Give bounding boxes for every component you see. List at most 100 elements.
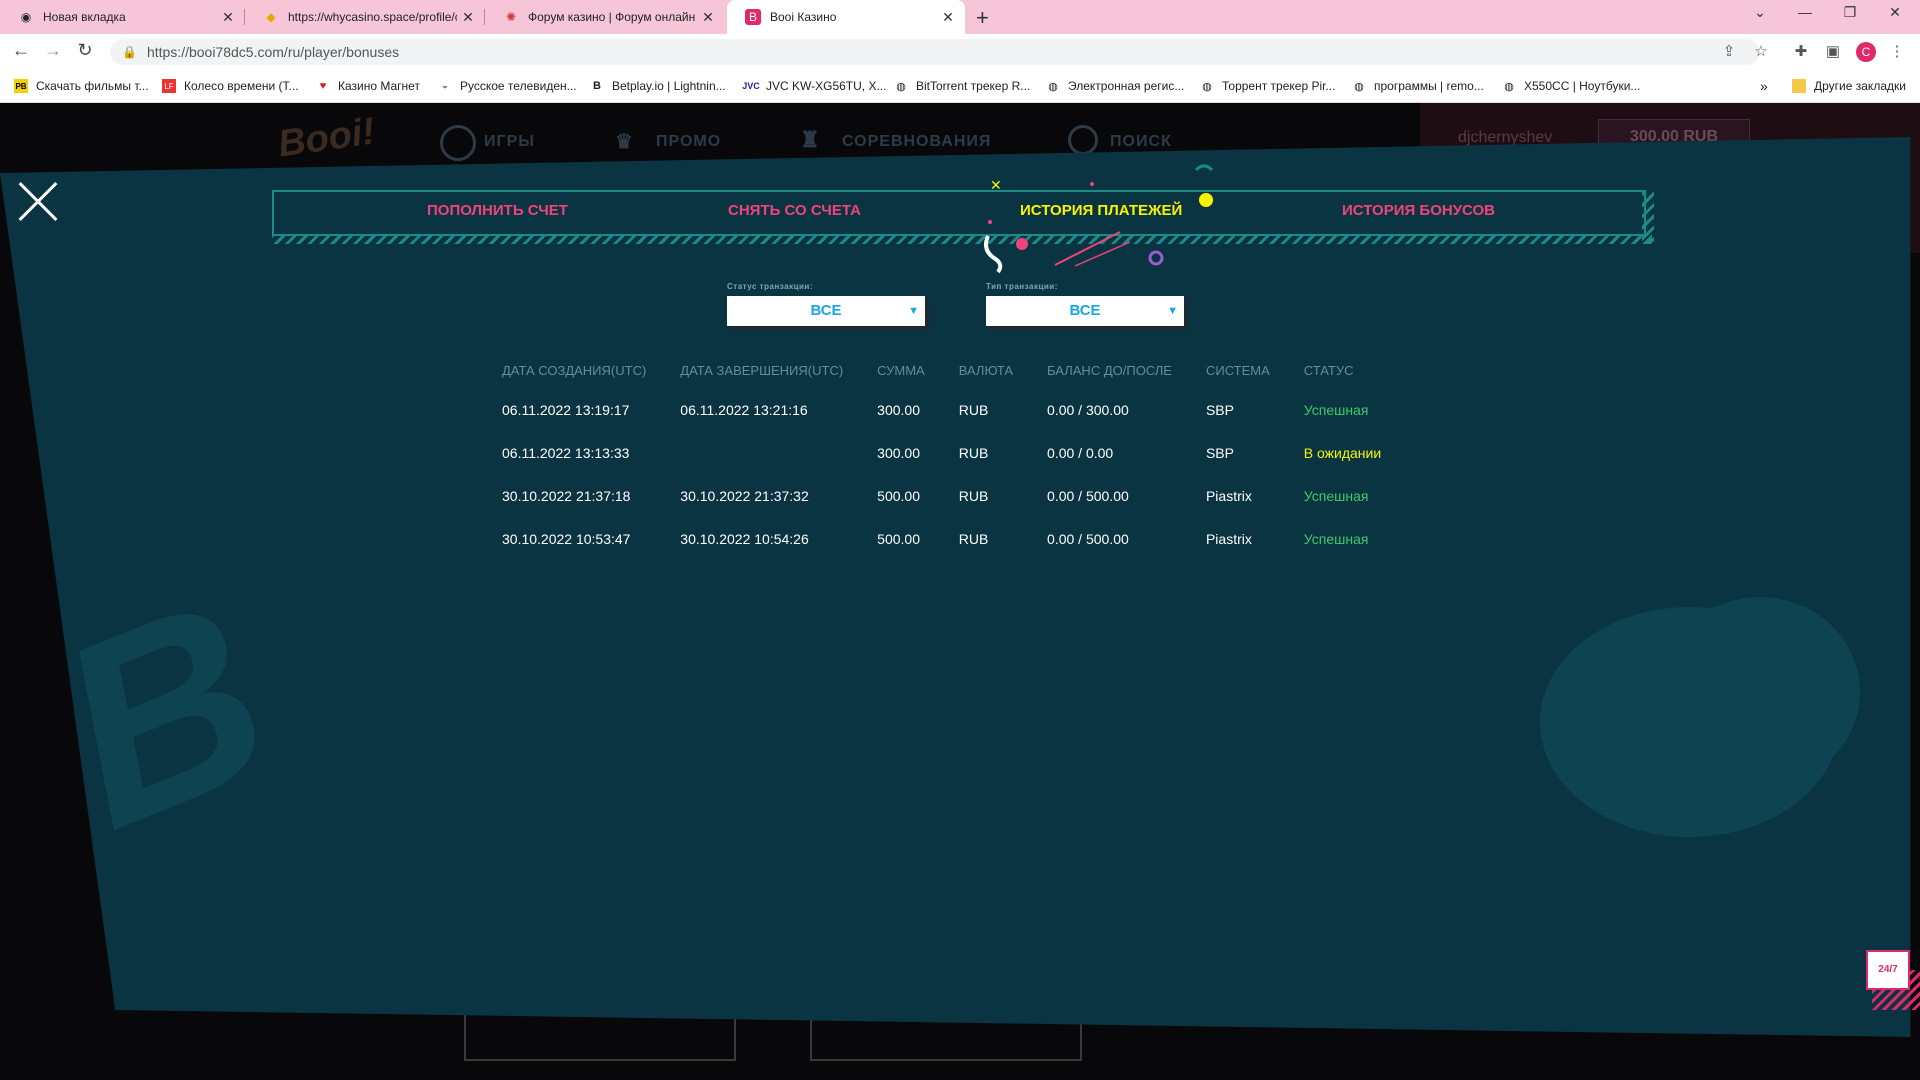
new-tab-icon[interactable]: + xyxy=(976,5,989,31)
back-icon[interactable]: ← xyxy=(10,40,32,61)
restore-icon[interactable]: ❐ xyxy=(1830,4,1870,21)
type-filter-select[interactable]: ВСЕ ▼ xyxy=(986,296,1184,326)
col-system: СИСТЕМА xyxy=(1205,362,1270,378)
cell-amount: 500.00 xyxy=(877,487,920,504)
bookmark-favicon: ◒ xyxy=(441,80,449,92)
bookmark-item[interactable]: ◍ программы | remo... xyxy=(1352,76,1484,96)
close-tab-icon[interactable]: ✕ xyxy=(937,9,959,26)
browser-tab-new[interactable]: ◉ Новая вкладка ✕ xyxy=(0,0,245,34)
bookmarks-more[interactable]: » xyxy=(1760,76,1768,96)
cell-completed: 30.10.2022 21:37:32 xyxy=(680,487,809,504)
bookmark-item[interactable]: ◍ X550CC | Ноутбуки... xyxy=(1502,76,1640,96)
nav-competitions[interactable]: СОРЕВНОВАНИЯ xyxy=(842,133,991,151)
tab-search-icon[interactable]: ⌄ xyxy=(1740,4,1780,21)
browser-toolbar: ← → ↻ 🔒 https://booi78dc5.com/ru/player/… xyxy=(0,34,1920,70)
cell-amount: 300.00 xyxy=(877,444,920,461)
globe-icon: ◍ xyxy=(1202,80,1212,93)
cell-balance: 0.00 / 500.00 xyxy=(1047,530,1129,547)
cell-currency: RUB xyxy=(958,487,989,504)
table-header-row: ДАТА СОЗДАНИЯ(UTC) ДАТА ЗАВЕРШЕНИЯ(UTC) … xyxy=(496,352,1409,388)
bookmark-favicon: ♥ xyxy=(319,80,327,92)
tab-bonus-history[interactable]: ИСТОРИЯ БОНУСОВ xyxy=(1342,202,1495,219)
status-filter-select[interactable]: ВСЕ ▼ xyxy=(727,296,925,326)
type-filter-value: ВСЕ xyxy=(1069,302,1101,319)
payments-modal: B xyxy=(0,137,1911,1037)
cell-balance: 0.00 / 300.00 xyxy=(1047,401,1129,418)
cell-amount: 300.00 xyxy=(877,401,920,418)
bg-card-frame xyxy=(464,1015,736,1061)
col-currency: ВАЛЮТА xyxy=(958,362,1014,378)
close-tab-icon[interactable]: ✕ xyxy=(457,9,479,26)
reload-icon[interactable]: ↻ xyxy=(74,40,96,61)
sidepanel-icon[interactable]: ▣ xyxy=(1822,42,1844,60)
bookmark-item[interactable]: B Betplay.io | Lightnin... xyxy=(590,76,726,96)
cell-status: Успешная xyxy=(1303,530,1369,547)
trophy-icon: ♜ xyxy=(800,127,821,152)
browser-tab-forum[interactable]: ✺ Форум казино | Форум онлайн ✕ xyxy=(485,0,725,34)
lock-icon[interactable]: 🔒 xyxy=(122,45,137,59)
globe-icon: ◍ xyxy=(1354,80,1364,93)
status-filter-value: ВСЕ xyxy=(810,302,842,319)
col-created: ДАТА СОЗДАНИЯ(UTC) xyxy=(502,362,647,378)
bookmark-item[interactable]: ◒ Русское телевиден... xyxy=(438,76,577,96)
cell-system: SBP xyxy=(1205,401,1234,418)
support-chat-button[interactable]: 24/7 xyxy=(1866,950,1910,990)
cell-balance: 0.00 / 500.00 xyxy=(1047,487,1129,504)
bookmark-favicon: JVC xyxy=(742,81,760,91)
bookmark-item[interactable]: ♥ Казино Магнет xyxy=(316,76,420,96)
profile-avatar[interactable]: C xyxy=(1856,42,1876,62)
table-row: 06.11.2022 13:19:17 06.11.2022 13:21:16 … xyxy=(496,388,1409,431)
extensions-icon[interactable]: ✚ xyxy=(1790,42,1812,60)
bookmark-item[interactable]: LF Колесо времени (T... xyxy=(162,76,299,96)
menu-icon[interactable]: ⋮ xyxy=(1886,42,1908,60)
crown-icon: ♛ xyxy=(615,131,634,153)
minimize-icon[interactable]: — xyxy=(1785,4,1825,20)
table-row: 30.10.2022 10:53:47 30.10.2022 10:54:26 … xyxy=(496,517,1409,560)
close-window-icon[interactable]: ✕ xyxy=(1875,4,1915,21)
tab-title: Форум казино | Форум онлайн xyxy=(528,10,696,24)
col-balance: БАЛАНС ДО/ПОСЛЕ xyxy=(1047,362,1172,378)
browser-tab-whycasino[interactable]: ◆ https://whycasino.space/profile/c ✕ xyxy=(245,0,485,34)
cell-currency: RUB xyxy=(958,444,989,461)
bookmark-item[interactable]: JVC JVC KW-XG56TU, X... xyxy=(742,76,886,96)
tabs-bar-side-stripe xyxy=(1642,192,1654,244)
cell-currency: RUB xyxy=(958,530,989,547)
forward-icon[interactable]: → xyxy=(42,40,64,61)
table-row: 06.11.2022 13:13:33 300.00 RUB 0.00 / 0.… xyxy=(496,431,1409,474)
close-modal-button[interactable] xyxy=(16,180,60,224)
diamond-icon: ◆ xyxy=(266,10,276,24)
browser-tab-booi[interactable]: B Booi Казино ✕ xyxy=(727,0,965,34)
cell-currency: RUB xyxy=(958,401,989,418)
status-filter-label: Статус транзакции: xyxy=(727,282,814,291)
folder-icon xyxy=(1792,79,1806,93)
transactions-table: ДАТА СОЗДАНИЯ(UTC) ДАТА ЗАВЕРШЕНИЯ(UTC) … xyxy=(496,352,1409,560)
bookmark-item[interactable]: ◍ BitTorrent трекер R... xyxy=(894,76,1030,96)
tab-deposit[interactable]: ПОПОЛНИТЬ СЧЕТ xyxy=(427,202,568,219)
bookmark-item[interactable]: ◍ Торрент трекер Pir... xyxy=(1200,76,1335,96)
address-bar[interactable]: 🔒 https://booi78dc5.com/ru/player/bonuse… xyxy=(110,39,1760,65)
close-tab-icon[interactable]: ✕ xyxy=(697,9,719,26)
close-tab-icon[interactable]: ✕ xyxy=(217,9,239,26)
bookmark-item[interactable]: ◍ Электронная регис... xyxy=(1046,76,1184,96)
nav-search[interactable]: ПОИСК xyxy=(1110,133,1172,151)
site-logo[interactable]: Booi! xyxy=(275,110,377,166)
search-icon xyxy=(1068,125,1098,155)
tab-title: Новая вкладка xyxy=(43,10,126,24)
dropdown-arrow-icon: ▼ xyxy=(1167,305,1178,317)
globe-icon: ◍ xyxy=(1504,80,1514,93)
bookmark-favicon: LF xyxy=(162,79,176,93)
col-completed: ДАТА ЗАВЕРШЕНИЯ(UTC) xyxy=(680,362,844,378)
bookmark-item[interactable]: PB Скачать фильмы т... xyxy=(14,76,149,96)
cell-completed: 06.11.2022 13:21:16 xyxy=(680,401,808,418)
bookmark-star-icon[interactable]: ☆ xyxy=(1750,42,1772,60)
chrome-icon: ◉ xyxy=(20,10,32,24)
nav-games[interactable]: ИГРЫ xyxy=(484,133,535,151)
share-icon[interactable]: ⇪ xyxy=(1718,42,1740,60)
other-bookmarks[interactable]: Другие закладки xyxy=(1792,76,1906,96)
col-amount: СУММА xyxy=(877,362,925,378)
tab-withdraw[interactable]: СНЯТЬ СО СЧЕТА xyxy=(728,202,861,219)
tab-title: Booi Казино xyxy=(770,10,837,24)
nav-promo[interactable]: ПРОМО xyxy=(656,133,721,151)
cell-status: В ожидании xyxy=(1303,444,1382,461)
cell-completed xyxy=(674,431,871,474)
